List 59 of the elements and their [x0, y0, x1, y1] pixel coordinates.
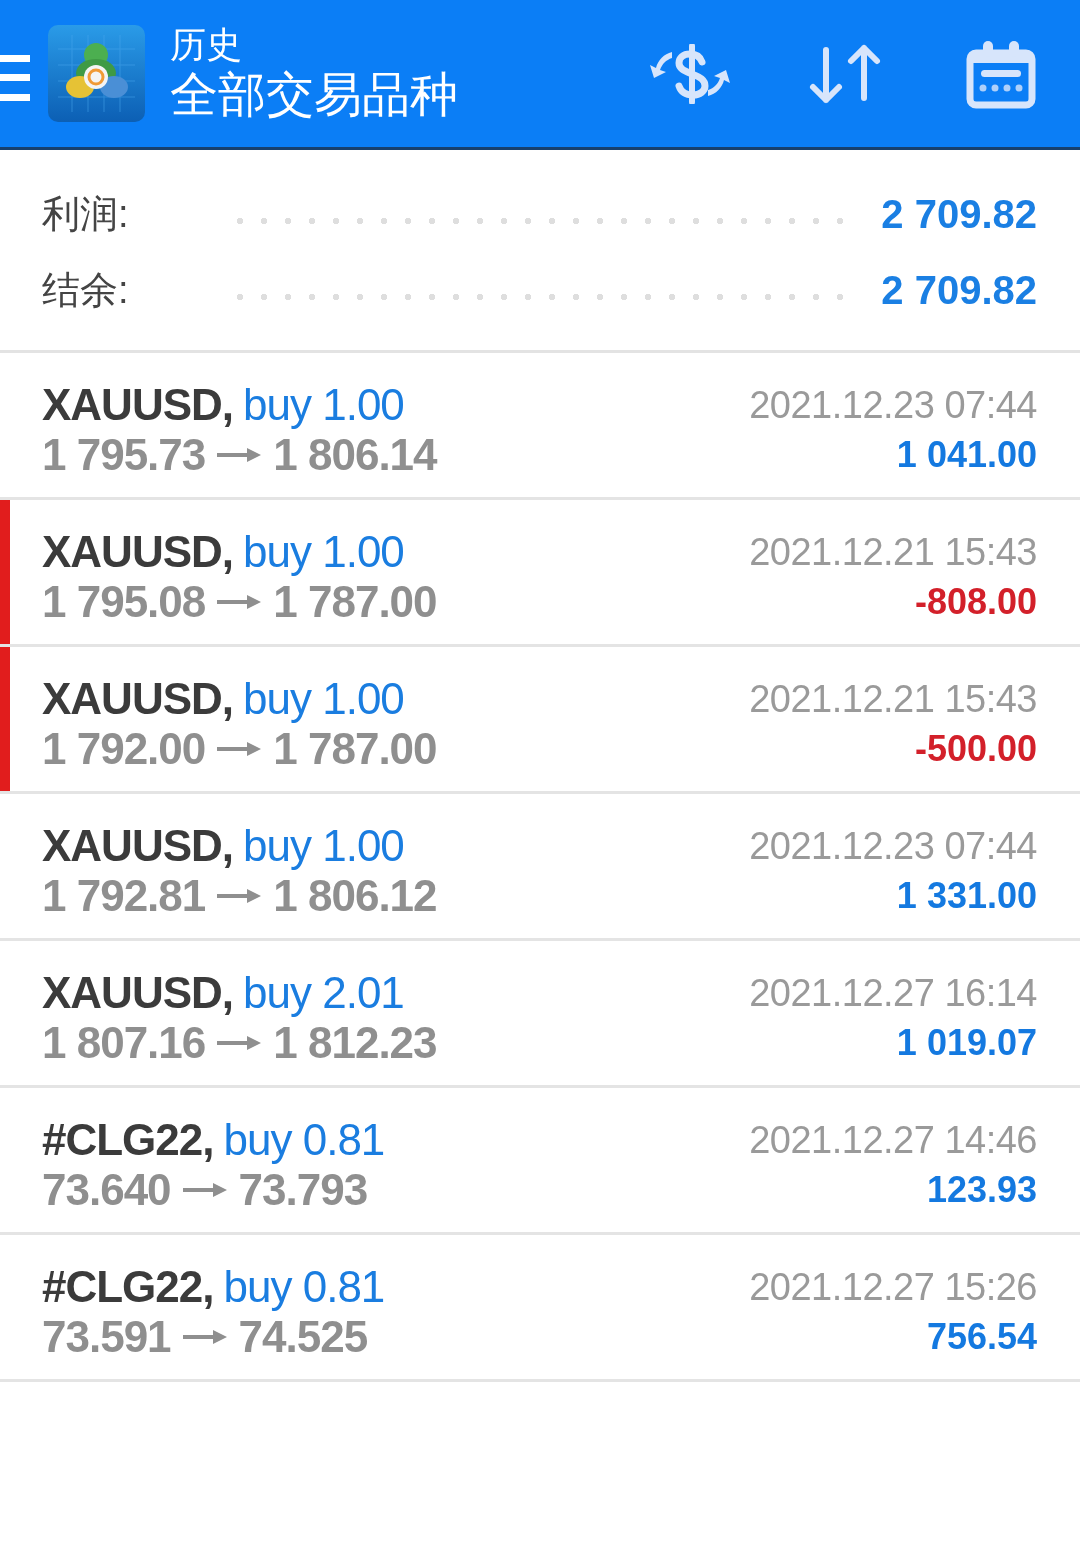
screen-title: 全部交易品种 [170, 66, 458, 123]
profit-value: 123.93 [926, 1168, 1037, 1212]
arrow-icon [182, 1329, 227, 1345]
trade-time: 2021.12.23 07:44 [749, 383, 1037, 428]
profit-value: -500.00 [914, 727, 1037, 771]
close-price: 1 787.00 [273, 724, 437, 774]
open-price: 1 792.81 [42, 871, 206, 921]
profit-value: 1 019.07 [896, 1021, 1037, 1065]
symbol-label: #CLG22, [42, 1115, 214, 1165]
symbol-label: XAUUSD, [42, 380, 234, 430]
app-logo-icon [48, 25, 145, 122]
open-price: 1 795.08 [42, 577, 206, 627]
trade-time: 2021.12.27 15:26 [749, 1265, 1037, 1310]
trade-time: 2021.12.21 15:43 [749, 530, 1037, 575]
dollar-exchange-icon[interactable] [650, 43, 730, 104]
open-price: 1 792.00 [42, 724, 206, 774]
arrow-icon [217, 594, 262, 610]
profit-value: 1 041.00 [896, 433, 1037, 477]
order-label: buy 1.00 [243, 674, 404, 724]
arrow-icon [217, 741, 262, 757]
arrow-icon [217, 1035, 262, 1051]
symbol-label: XAUUSD, [42, 674, 234, 724]
order-label: buy 1.00 [243, 527, 404, 577]
profit-value: 756.54 [926, 1315, 1037, 1359]
close-price: 1 787.00 [273, 577, 437, 627]
order-label: buy 1.00 [243, 821, 404, 871]
open-price: 1 807.16 [42, 1018, 206, 1068]
symbol-label: XAUUSD, [42, 821, 234, 871]
close-price: 1 806.12 [273, 871, 437, 921]
open-price: 73.640 [42, 1165, 171, 1215]
open-price: 1 795.73 [42, 430, 206, 480]
close-price: 1 812.23 [273, 1018, 437, 1068]
arrow-icon [217, 447, 262, 463]
symbol-label: XAUUSD, [42, 968, 234, 1018]
symbol-label: XAUUSD, [42, 527, 234, 577]
screen-subtitle: 历史 [170, 23, 243, 66]
close-price: 1 806.14 [273, 430, 437, 480]
summary-value: 2 709.82 [881, 191, 1037, 238]
calendar-icon[interactable] [966, 38, 1036, 109]
arrow-icon [182, 1182, 227, 1198]
order-label: buy 0.81 [223, 1262, 385, 1312]
order-label: buy 2.01 [243, 968, 404, 1018]
open-price: 73.591 [42, 1312, 171, 1362]
profit-value: 1 331.00 [896, 874, 1037, 918]
summary-label: 结余: [42, 268, 130, 313]
order-label: buy 0.81 [223, 1115, 385, 1165]
summary-label: 利润: [42, 192, 130, 237]
close-price: 73.793 [238, 1165, 368, 1215]
trade-time: 2021.12.27 16:14 [749, 971, 1037, 1016]
profit-value: -808.00 [914, 580, 1037, 624]
order-label: buy 1.00 [243, 380, 404, 430]
trade-time: 2021.12.27 14:46 [749, 1118, 1037, 1163]
arrow-icon [217, 888, 262, 904]
trade-time: 2021.12.23 07:44 [749, 824, 1037, 869]
summary-value: 2 709.82 [881, 267, 1037, 314]
symbol-label: #CLG22, [42, 1262, 214, 1312]
menu-icon[interactable] [0, 54, 30, 101]
close-price: 74.525 [238, 1312, 368, 1362]
trade-time: 2021.12.21 15:43 [749, 677, 1037, 722]
